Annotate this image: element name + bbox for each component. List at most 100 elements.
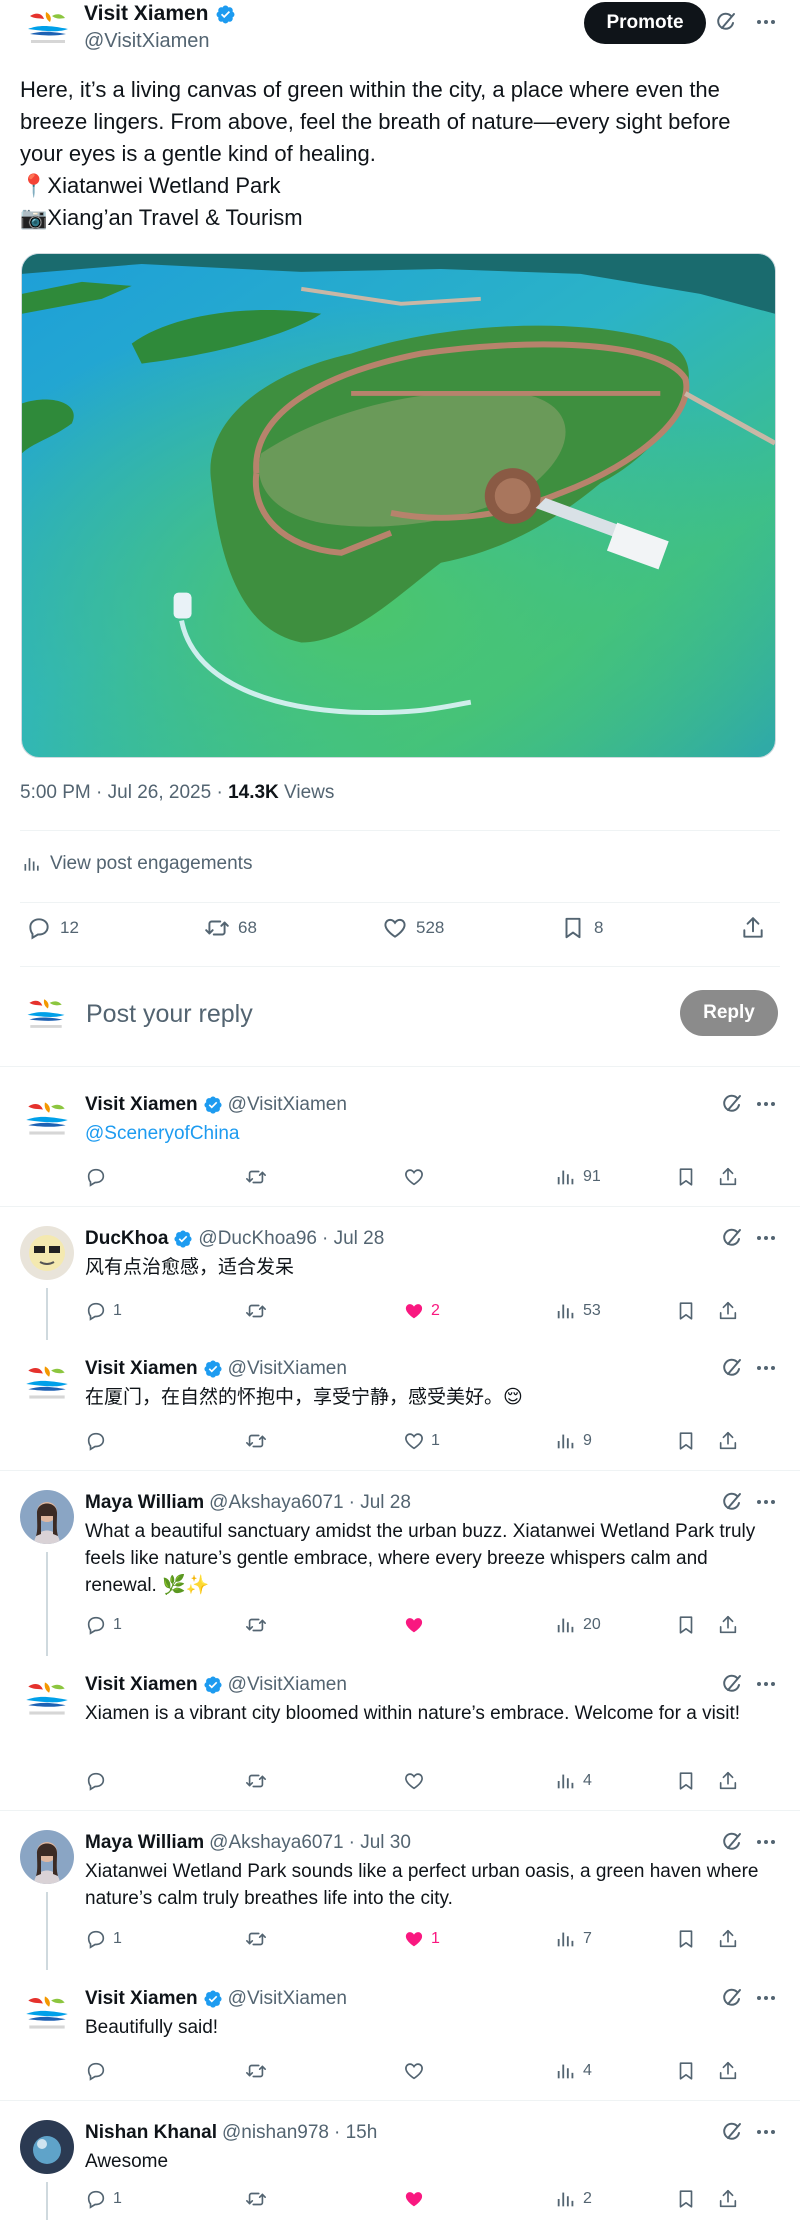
reply-author-name[interactable]: Maya William xyxy=(85,1832,204,1854)
reply-date[interactable]: · Jul 28 xyxy=(349,1492,411,1514)
author-handle[interactable]: @VisitXiamen xyxy=(84,30,210,53)
like-action[interactable] xyxy=(403,2188,431,2210)
more-options-icon[interactable] xyxy=(754,10,778,34)
share-action[interactable] xyxy=(717,1166,739,1188)
visit-xiamen-avatar[interactable] xyxy=(22,2,74,54)
views-action[interactable]: 20 xyxy=(555,1614,601,1636)
reply-author-name[interactable]: Visit Xiamen xyxy=(85,1988,198,2010)
reply-item[interactable]: Visit Xiamen @VisitXiamen 在厦门，在自然的怀抱中，享受… xyxy=(0,1356,800,1460)
like-action[interactable] xyxy=(403,1614,431,1636)
more-options-icon[interactable] xyxy=(754,1226,778,1250)
grok-icon[interactable] xyxy=(720,1672,744,1696)
more-options-icon[interactable] xyxy=(754,2120,778,2144)
reply-action[interactable]: 1 xyxy=(85,1300,122,1322)
share-action[interactable] xyxy=(717,2060,739,2082)
share-action[interactable] xyxy=(717,1770,739,1792)
reply-item[interactable]: Visit Xiamen @VisitXiamen @SceneryofChin… xyxy=(0,1092,800,1196)
reply-date[interactable]: · 15h xyxy=(334,2122,377,2144)
reply-item[interactable]: Visit Xiamen @VisitXiamen Beautifully sa… xyxy=(0,1986,800,2090)
like-action[interactable] xyxy=(403,1166,431,1188)
reply-item[interactable]: Maya William @Akshaya6071 · Jul 30 Xiata… xyxy=(0,1830,800,1970)
repost-action[interactable] xyxy=(245,1300,273,1322)
like-action[interactable] xyxy=(403,1770,431,1792)
reply-avatar[interactable] xyxy=(20,1490,74,1544)
reply-action[interactable]: 1 xyxy=(85,1928,122,1950)
reply-avatar[interactable] xyxy=(20,1830,74,1884)
bookmark-action[interactable] xyxy=(675,1166,697,1188)
reply-avatar[interactable] xyxy=(20,2120,74,2174)
reply-action[interactable] xyxy=(85,2060,113,2082)
reply-author-name[interactable]: Nishan Khanal xyxy=(85,2122,217,2144)
grok-icon[interactable] xyxy=(720,2120,744,2144)
views-action[interactable]: 91 xyxy=(555,1166,601,1188)
like-action[interactable] xyxy=(403,2060,431,2082)
grok-icon[interactable] xyxy=(720,1092,744,1116)
post-timestamp[interactable]: 5:00 PM · Jul 26, 2025 · 14.3K Views xyxy=(20,782,334,804)
post-time[interactable]: 5:00 PM · Jul 26, 2025 · xyxy=(20,782,228,803)
bookmark-action[interactable] xyxy=(675,1300,697,1322)
reply-button[interactable]: Reply xyxy=(680,990,778,1036)
reply-avatar[interactable] xyxy=(20,1672,74,1726)
reply-author-name[interactable]: Visit Xiamen xyxy=(85,1674,198,1696)
like-action[interactable]: 528 xyxy=(382,915,444,941)
views-action[interactable]: 9 xyxy=(555,1430,592,1452)
views-action[interactable]: 4 xyxy=(555,1770,592,1792)
like-action[interactable]: 2 xyxy=(403,1300,440,1322)
reply-author-handle[interactable]: @nishan978 xyxy=(222,2122,329,2144)
reply-action[interactable] xyxy=(85,1430,113,1452)
share-action[interactable] xyxy=(740,915,766,941)
share-action[interactable] xyxy=(717,1614,739,1636)
reply-author-name[interactable]: DucKhoa xyxy=(85,1228,168,1250)
reply-date[interactable]: · Jul 28 xyxy=(322,1228,384,1250)
repost-action[interactable] xyxy=(245,1430,273,1452)
view-engagements-label[interactable]: View post engagements xyxy=(50,853,252,875)
grok-icon[interactable] xyxy=(720,1356,744,1380)
like-action[interactable]: 1 xyxy=(403,1928,440,1950)
reply-author-name[interactable]: Maya William xyxy=(85,1492,204,1514)
views-action[interactable]: 7 xyxy=(555,1928,592,1950)
more-options-icon[interactable] xyxy=(754,1830,778,1854)
more-options-icon[interactable] xyxy=(754,1490,778,1514)
bookmark-action[interactable] xyxy=(675,1928,697,1950)
reply-author-handle[interactable]: @VisitXiamen xyxy=(228,1988,347,2010)
grok-icon[interactable] xyxy=(714,10,738,34)
repost-action[interactable] xyxy=(245,1928,273,1950)
bookmark-action[interactable]: 8 xyxy=(560,915,603,941)
share-action[interactable] xyxy=(717,2188,739,2210)
reply-author-handle[interactable]: @Akshaya6071 xyxy=(209,1832,343,1854)
views-action[interactable]: 2 xyxy=(555,2188,592,2210)
reply-author-name[interactable]: Visit Xiamen xyxy=(85,1094,198,1116)
reply-item[interactable]: DucKhoa @DucKhoa96 · Jul 28 风有点治愈感，适合发呆 … xyxy=(0,1226,800,1340)
promote-button[interactable]: Promote xyxy=(584,2,706,44)
repost-action[interactable] xyxy=(245,1166,273,1188)
more-options-icon[interactable] xyxy=(754,1986,778,2010)
reply-item[interactable]: Visit Xiamen @VisitXiamen Xiamen is a vi… xyxy=(0,1672,800,1800)
bookmark-action[interactable] xyxy=(675,1430,697,1452)
repost-action[interactable] xyxy=(245,2188,273,2210)
repost-action[interactable] xyxy=(245,2060,273,2082)
bookmark-action[interactable] xyxy=(675,2188,697,2210)
reply-author-handle[interactable]: @VisitXiamen xyxy=(228,1674,347,1696)
reply-author-handle[interactable]: @VisitXiamen xyxy=(228,1358,347,1380)
reply-text[interactable]: @SceneryofChina xyxy=(85,1120,775,1147)
more-options-icon[interactable] xyxy=(754,1092,778,1116)
reply-avatar[interactable] xyxy=(20,1986,74,2040)
author-name[interactable]: Visit Xiamen xyxy=(84,2,236,26)
view-engagements-link[interactable]: View post engagements xyxy=(22,853,252,875)
user-avatar[interactable] xyxy=(22,990,70,1038)
share-action[interactable] xyxy=(717,1928,739,1950)
repost-action[interactable] xyxy=(245,1614,273,1636)
grok-icon[interactable] xyxy=(720,1490,744,1514)
more-options-icon[interactable] xyxy=(754,1356,778,1380)
views-action[interactable]: 53 xyxy=(555,1300,601,1322)
reply-author-handle[interactable]: @Akshaya6071 xyxy=(209,1492,343,1514)
reply-avatar[interactable] xyxy=(20,1356,74,1410)
like-action[interactable]: 1 xyxy=(403,1430,440,1452)
reply-avatar[interactable] xyxy=(20,1092,74,1146)
bookmark-action[interactable] xyxy=(675,1614,697,1636)
reply-item[interactable]: Maya William @Akshaya6071 · Jul 28 What … xyxy=(0,1490,800,1656)
views-action[interactable]: 4 xyxy=(555,2060,592,2082)
author-name-text[interactable]: Visit Xiamen xyxy=(84,2,209,26)
grok-icon[interactable] xyxy=(720,1830,744,1854)
reply-avatar[interactable] xyxy=(20,1226,74,1280)
